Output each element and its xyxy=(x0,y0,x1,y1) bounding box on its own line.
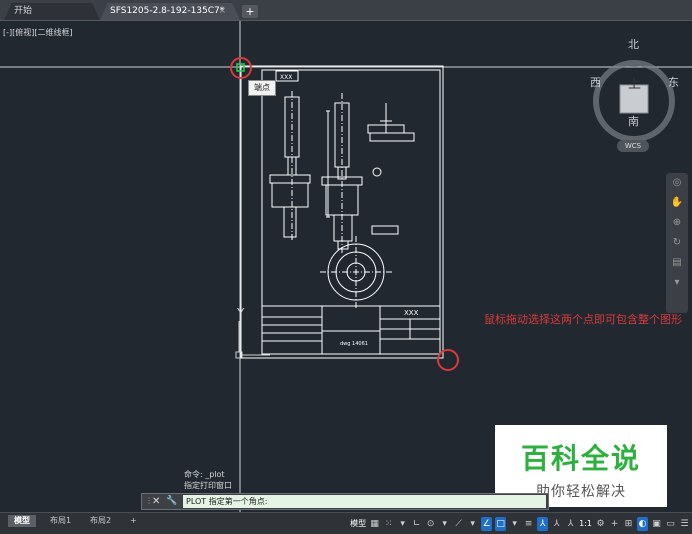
close-command-line-icon[interactable]: ✕ xyxy=(152,494,160,509)
tab-start-label: 开始 xyxy=(14,6,33,16)
zoom-icon[interactable]: ⊕ xyxy=(666,213,688,233)
add-layout-button[interactable]: + xyxy=(124,515,143,527)
viewcube-top-label[interactable]: 上 xyxy=(628,73,641,92)
auto-scale-icon[interactable]: ⅄ xyxy=(551,517,562,531)
instruction-annotation: 鼠标拖动选择这两个点即可包含整个图形 xyxy=(484,313,682,326)
annotation-scale-value[interactable]: 1:1 xyxy=(579,517,592,531)
snap-icon[interactable]: ⁙ xyxy=(383,517,394,531)
navigation-bar: ◎ ✋ ⊕ ↻ ▤ ▾ xyxy=(666,173,688,313)
model-space-toggle[interactable]: 模型 xyxy=(350,517,366,531)
command-history-line: 指定打印窗口 xyxy=(184,481,232,490)
layout-tab-layout2[interactable]: 布局2 xyxy=(84,515,117,527)
object-snap-tracking-icon[interactable]: ∠ xyxy=(481,516,493,531)
tab-start[interactable]: 开始 xyxy=(4,3,100,20)
annotation-visibility-icon[interactable]: ⅄ xyxy=(537,516,549,531)
watermark-title: 百科全说 xyxy=(520,442,641,475)
document-tabbar: 开始 SFS1205-2.8-192-135C7* × + xyxy=(0,0,692,21)
ortho-icon[interactable]: ∟ xyxy=(411,517,422,531)
plus-icon[interactable]: + xyxy=(609,517,620,531)
showmotion-icon[interactable]: ▤ xyxy=(666,253,688,273)
drawing-canvas[interactable]: Y XXX XXX dwg 14061 [-][俯视][二维线框] 北 南 东 … xyxy=(0,21,692,512)
compass-west[interactable]: 西 xyxy=(590,74,601,90)
lineweight-icon[interactable]: ≡ xyxy=(523,517,534,531)
orbit-icon[interactable]: ↻ xyxy=(666,233,688,253)
tab-drawing-file[interactable]: SFS1205-2.8-192-135C7* × xyxy=(100,3,240,20)
compass-south[interactable]: 南 xyxy=(628,113,639,129)
customize-icon[interactable]: 🔧 xyxy=(166,494,177,509)
steering-wheel-icon[interactable]: ◎ xyxy=(666,173,688,193)
command-history-line: 命令: _plot xyxy=(184,470,225,479)
new-tab-button[interactable]: + xyxy=(242,5,258,18)
sheet-code-label: XXX xyxy=(280,74,292,81)
pick-point-2-marker xyxy=(437,349,459,371)
menu-icon[interactable]: ☰ xyxy=(679,517,690,531)
polar-icon[interactable]: ⊙ xyxy=(425,517,436,531)
units-icon[interactable]: ⊞ xyxy=(623,517,634,531)
wcs-menu[interactable]: WCS xyxy=(617,140,649,152)
compass-north[interactable]: 北 xyxy=(628,36,639,52)
pan-icon[interactable]: ✋ xyxy=(666,193,688,213)
clean-screen-icon[interactable]: ▭ xyxy=(665,517,676,531)
annotation-scale-icon[interactable]: ⅄ xyxy=(565,517,576,531)
tab-file-label: SFS1205-2.8-192-135C7* xyxy=(110,6,225,16)
status-toggles: 模型 ▦ ⁙ ▾ ∟ ⊙ ▾ ⟋ ▾ ∠ □ ▾ ≡ ⅄ ⅄ ⅄ 1:1 ⚙ +… xyxy=(350,516,690,531)
hardware-acceleration-icon[interactable]: ▣ xyxy=(651,517,662,531)
chevron-down-icon[interactable]: ▾ xyxy=(397,517,408,531)
layout-tab-model[interactable]: 模型 xyxy=(8,515,36,527)
status-bar: 模型 布局1 布局2 + 模型 ▦ ⁙ ▾ ∟ ⊙ ▾ ⟋ ▾ ∠ □ ▾ ≡ … xyxy=(0,512,692,534)
command-history: 命令: _plot 指定打印窗口 xyxy=(184,469,232,491)
osnap-tooltip: 端点 xyxy=(248,80,276,96)
command-prompt: PLOT 指定第一个角点: xyxy=(186,497,268,506)
chevron-down-icon[interactable]: ▾ xyxy=(467,517,478,531)
figure-number: dwg 14061 xyxy=(340,341,368,347)
chevron-down-icon[interactable]: ▾ xyxy=(509,517,520,531)
navbar-menu-icon[interactable]: ▾ xyxy=(666,273,688,293)
grid-icon[interactable]: ▦ xyxy=(369,517,380,531)
compass-east[interactable]: 东 xyxy=(668,74,679,90)
object-snap-icon[interactable]: □ xyxy=(495,516,507,531)
command-input[interactable]: PLOT 指定第一个角点: xyxy=(183,495,546,508)
titleblock-code-label: XXX xyxy=(404,309,419,317)
close-icon[interactable]: × xyxy=(218,3,226,20)
isodraft-icon[interactable]: ⟋ xyxy=(453,517,464,531)
layout-tab-layout1[interactable]: 布局1 xyxy=(44,515,77,527)
command-line: ⋮ ✕ 🔧 PLOT 指定第一个角点: xyxy=(141,493,549,510)
viewport-controls[interactable]: [-][俯视][二维线框] xyxy=(3,27,73,38)
isolate-objects-icon[interactable]: ◐ xyxy=(637,516,648,531)
gear-icon[interactable]: ⚙ xyxy=(595,517,606,531)
chevron-down-icon[interactable]: ▾ xyxy=(439,517,450,531)
